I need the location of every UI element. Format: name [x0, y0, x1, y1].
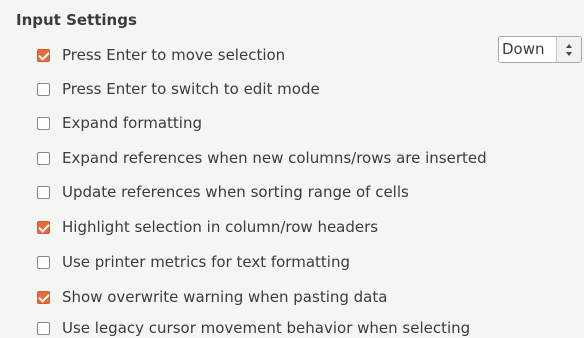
- option-label: Update references when sorting range of …: [62, 183, 409, 201]
- option-label: Highlight selection in column/row header…: [62, 218, 379, 236]
- checkmark-icon: [38, 220, 50, 233]
- checkbox[interactable]: [37, 185, 50, 199]
- direction-spinbox[interactable]: Down: [498, 36, 582, 63]
- checkmark-icon: [38, 48, 50, 61]
- spin-buttons[interactable]: [556, 37, 581, 62]
- arrow-down-icon[interactable]: [566, 51, 572, 56]
- checkbox[interactable]: [37, 116, 50, 130]
- checkbox[interactable]: [37, 290, 50, 304]
- option-press-enter-edit[interactable]: Press Enter to switch to edit mode: [37, 79, 320, 99]
- option-press-enter-move[interactable]: Press Enter to move selection: [37, 45, 285, 65]
- checkbox[interactable]: [37, 220, 50, 234]
- option-legacy-cursor[interactable]: Use legacy cursor movement behavior when…: [37, 318, 470, 338]
- option-label: Expand formatting: [62, 114, 202, 132]
- checkbox[interactable]: [37, 82, 50, 96]
- checkbox[interactable]: [37, 321, 50, 335]
- option-label: Press Enter to switch to edit mode: [62, 80, 320, 98]
- section-title: Input Settings: [16, 11, 137, 29]
- option-expand-formatting[interactable]: Expand formatting: [37, 113, 202, 133]
- checkbox[interactable]: [37, 151, 50, 165]
- direction-value[interactable]: Down: [499, 37, 556, 62]
- option-overwrite-warning[interactable]: Show overwrite warning when pasting data: [37, 287, 387, 307]
- arrow-up-icon[interactable]: [566, 43, 572, 48]
- checkbox[interactable]: [37, 48, 50, 62]
- option-expand-references[interactable]: Expand references when new columns/rows …: [37, 148, 487, 168]
- checkbox[interactable]: [37, 255, 50, 269]
- option-label: Show overwrite warning when pasting data: [62, 288, 388, 306]
- option-label: Expand references when new columns/rows …: [62, 149, 487, 167]
- option-printer-metrics[interactable]: Use printer metrics for text formatting: [37, 252, 350, 272]
- option-update-references[interactable]: Update references when sorting range of …: [37, 182, 409, 202]
- option-label: Use printer metrics for text formatting: [62, 253, 350, 271]
- option-highlight-selection[interactable]: Highlight selection in column/row header…: [37, 217, 378, 237]
- option-label: Press Enter to move selection: [62, 46, 286, 64]
- option-label: Use legacy cursor movement behavior when…: [62, 319, 471, 337]
- checkmark-icon: [38, 290, 50, 303]
